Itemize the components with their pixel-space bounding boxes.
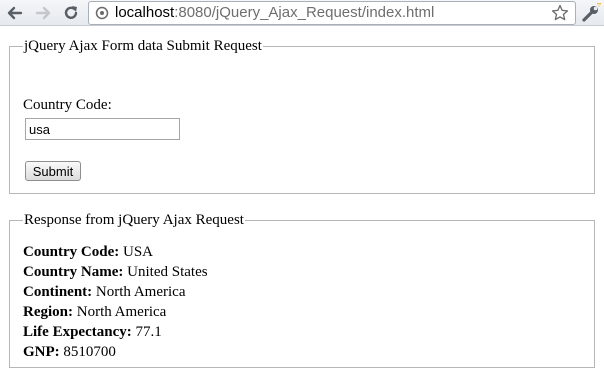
response-country-code: Country Code: USA [23,242,208,262]
response-value: North America [95,284,186,300]
response-label: Region: [23,304,73,320]
reload-button[interactable] [60,2,82,24]
forward-icon [35,6,51,20]
country-code-label: Country Code: [23,97,112,113]
form-legend: jQuery Ajax Form data Submit Request [24,38,262,54]
forward-button[interactable] [32,2,54,24]
response-value: United States [127,264,208,280]
page-content: jQuery Ajax Form data Submit Request Cou… [0,26,604,373]
star-icon[interactable] [551,4,569,22]
response-label: Life Expectancy: [23,324,132,340]
response-label: GNP: [23,344,60,360]
response-legend: Response from jQuery Ajax Request [24,212,244,228]
response-country-name: Country Name: United States [23,262,208,282]
url-text: localhost:8080/jQuery_Ajax_Request/index… [115,2,434,24]
back-icon [7,6,23,20]
response-continent: Continent: North America [23,282,208,302]
response-gnp: GNP: 8510700 [23,342,208,362]
url-host: localhost [115,4,175,21]
address-bar[interactable]: localhost:8080/jQuery_Ajax_Request/index… [88,1,576,25]
response-label: Continent: [23,284,93,300]
back-button[interactable] [4,2,26,24]
wrench-icon[interactable] [580,2,602,24]
response-fieldset: Response from jQuery Ajax Request Countr… [9,212,595,368]
response-value: USA [123,244,154,260]
form-fieldset: jQuery Ajax Form data Submit Request Cou… [9,38,595,194]
submit-button[interactable]: Submit [25,161,81,181]
response-value: 8510700 [63,344,116,360]
page-icon [95,6,109,20]
response-list: Country Code: USA Country Name: United S… [23,242,208,362]
response-region: Region: North America [23,302,208,322]
response-life-expectancy: Life Expectancy: 77.1 [23,322,208,342]
country-code-input[interactable] [25,118,180,140]
browser-toolbar: localhost:8080/jQuery_Ajax_Request/index… [0,0,604,26]
response-label: Country Code: [23,244,120,260]
response-value: North America [76,304,167,320]
response-label: Country Name: [23,264,124,280]
reload-icon [64,6,78,19]
response-value: 77.1 [135,324,162,340]
url-path: :8080/jQuery_Ajax_Request/index.html [174,4,435,21]
